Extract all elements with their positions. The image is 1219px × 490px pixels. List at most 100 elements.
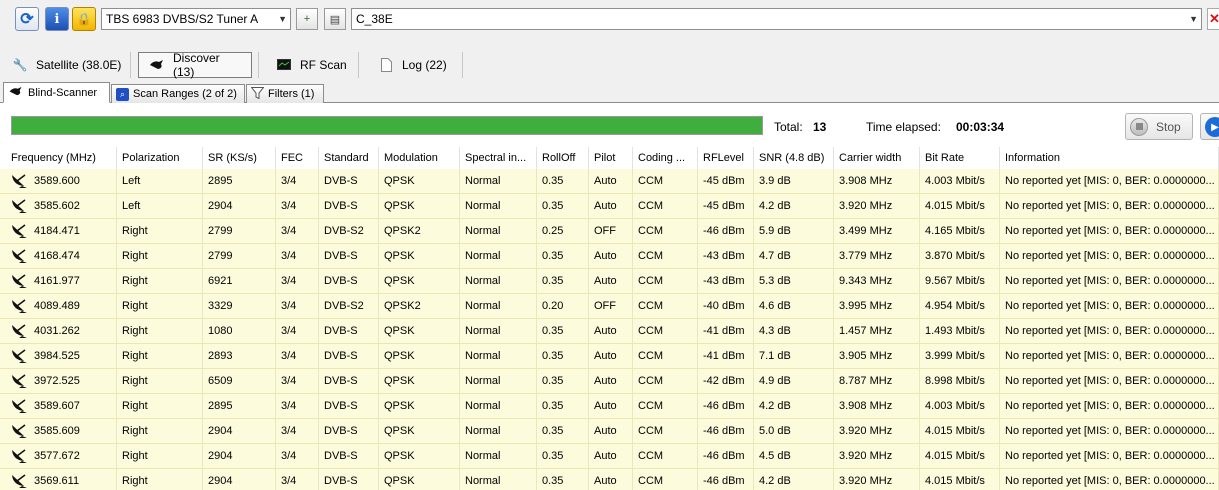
tab-rf-scan[interactable]: RF Scan [266, 52, 357, 78]
col-polarization-cell: Right [117, 469, 203, 490]
table-row[interactable]: 4031.262 Right 1080 3/4 DVB-S QPSK Normal 0.35 A… [0, 319, 1219, 344]
col-modulation-cell: QPSK [379, 244, 460, 268]
close-icon[interactable]: ✕ [1207, 8, 1219, 30]
col-rf-level-header[interactable]: RFLevel [698, 147, 754, 169]
col-rf-level-cell: -42 dBm [698, 369, 754, 393]
tab-scan-ranges[interactable]: ⌕ Scan Ranges (2 of 2) [111, 84, 245, 103]
col-pilot-cell: Auto [589, 419, 633, 443]
tab-log[interactable]: Log (22) [368, 52, 457, 78]
table-row[interactable]: 3589.600 Left 2895 3/4 DVB-S QPSK Normal 0.35 Au… [0, 169, 1219, 194]
col-modulation-header[interactable]: Modulation [379, 147, 460, 169]
col-information-header[interactable]: Information [1000, 147, 1219, 169]
table-row[interactable]: 4168.474 Right 2799 3/4 DVB-S QPSK Normal 0.35 A… [0, 244, 1219, 269]
table-row[interactable]: 3585.602 Left 2904 3/4 DVB-S QPSK Normal 0.35 Au… [0, 194, 1219, 219]
table-row[interactable]: 3577.672 Right 2904 3/4 DVB-S QPSK Normal 0.35 A… [0, 444, 1219, 469]
top-toolbar: ⟳ i 🔒 TBS 6983 DVBS/S2 Tuner A ▼ + ▤ C_3… [0, 0, 1219, 40]
col-rf-level-cell: -46 dBm [698, 394, 754, 418]
stop-button[interactable]: Stop [1125, 113, 1193, 140]
col-frequency-cell: 4031.262 [0, 319, 117, 343]
col-symbol-rate-cell: 2799 [203, 244, 276, 268]
col-information-cell: No reported yet [MIS: 0, BER: 0.0000000.… [1000, 444, 1219, 468]
col-rolloff-cell: 0.35 [537, 269, 589, 293]
search-icon: ⌕ [116, 87, 129, 101]
col-symbol-rate-cell: 2904 [203, 469, 276, 490]
col-pilot-cell: Auto [589, 444, 633, 468]
col-bit-rate-cell: 4.954 Mbit/s [920, 294, 1000, 318]
col-symbol-rate-header[interactable]: SR (KS/s) [203, 147, 276, 169]
table-row[interactable]: 3585.609 Right 2904 3/4 DVB-S QPSK Normal 0.35 A… [0, 419, 1219, 444]
col-snr-cell: 3.9 dB [754, 169, 834, 193]
col-standard-cell: DVB-S [319, 394, 379, 418]
col-information-cell: No reported yet [MIS: 0, BER: 0.0000000.… [1000, 244, 1219, 268]
refresh-icon[interactable]: ⟳ [15, 7, 39, 31]
document-icon [378, 58, 394, 72]
col-coding-cell: CCM [633, 319, 698, 343]
satellite-select-value: C_38E [356, 12, 393, 26]
total-value: 13 [813, 120, 827, 134]
add-satellite-icon[interactable]: + [296, 8, 318, 30]
col-standard-header[interactable]: Standard [319, 147, 379, 169]
tuner-select[interactable]: TBS 6983 DVBS/S2 Tuner A ▼ [101, 8, 291, 30]
table-row[interactable]: 4089.489 Right 3329 3/4 DVB-S2 QPSK2 Normal 0.2… [0, 294, 1219, 319]
col-symbol-rate-cell: 2904 [203, 419, 276, 443]
start-button[interactable]: ▶ [1200, 113, 1219, 140]
col-standard-cell: DVB-S [319, 444, 379, 468]
col-fec-cell: 3/4 [276, 319, 319, 343]
info-icon[interactable]: i [45, 7, 69, 31]
table-row[interactable]: 3984.525 Right 2893 3/4 DVB-S QPSK Normal 0.35 A… [0, 344, 1219, 369]
col-rolloff-cell: 0.35 [537, 169, 589, 193]
col-rf-level-cell: -41 dBm [698, 319, 754, 343]
table-row[interactable]: 3569.611 Right 2904 3/4 DVB-S QPSK Normal 0.35 A… [0, 469, 1219, 490]
col-frequency-cell: 3589.607 [0, 394, 117, 418]
col-polarization-header[interactable]: Polarization [117, 147, 203, 169]
col-rf-level-cell: -45 dBm [698, 194, 754, 218]
chevron-down-icon: ▼ [1189, 14, 1198, 24]
col-modulation-cell: QPSK [379, 194, 460, 218]
col-carrier-width-cell: 3.779 MHz [834, 244, 920, 268]
col-fec-header[interactable]: FEC [276, 147, 319, 169]
col-pilot-header[interactable]: Pilot [589, 147, 633, 169]
col-standard-cell: DVB-S [319, 419, 379, 443]
satellite-select[interactable]: C_38E ▼ [351, 8, 1202, 30]
col-bit-rate-cell: 1.493 Mbit/s [920, 319, 1000, 343]
col-snr-header[interactable]: SNR (4.8 dB) [754, 147, 834, 169]
satellite-dish-icon [8, 86, 24, 100]
col-bit-rate-cell: 3.999 Mbit/s [920, 344, 1000, 368]
col-carrier-width-header[interactable]: Carrier width [834, 147, 920, 169]
col-modulation-cell: QPSK [379, 394, 460, 418]
col-standard-cell: DVB-S [319, 169, 379, 193]
col-spectral-inversion-header[interactable]: Spectral in... [460, 147, 537, 169]
col-fec-cell: 3/4 [276, 294, 319, 318]
col-fec-cell: 3/4 [276, 344, 319, 368]
col-frequency-cell: 4184.471 [0, 219, 117, 243]
col-symbol-rate-cell: 6509 [203, 369, 276, 393]
col-coding-cell: CCM [633, 419, 698, 443]
table-row[interactable]: 4184.471 Right 2799 3/4 DVB-S2 QPSK2 Normal 0.2… [0, 219, 1219, 244]
col-carrier-width-cell: 1.457 MHz [834, 319, 920, 343]
col-modulation-cell: QPSK2 [379, 294, 460, 318]
col-standard-cell: DVB-S2 [319, 219, 379, 243]
col-snr-cell: 4.2 dB [754, 394, 834, 418]
table-row[interactable]: 3589.607 Right 2895 3/4 DVB-S QPSK Normal 0.35 A… [0, 394, 1219, 419]
col-frequency-header[interactable]: Frequency (MHz) [0, 147, 117, 169]
edit-satellite-icon[interactable]: ▤ [324, 8, 346, 30]
table-row[interactable]: 4161.977 Right 6921 3/4 DVB-S QPSK Normal 0.35 A… [0, 269, 1219, 294]
col-bit-rate-cell: 4.003 Mbit/s [920, 169, 1000, 193]
col-bit-rate-header[interactable]: Bit Rate [920, 147, 1000, 169]
col-pilot-cell: Auto [589, 394, 633, 418]
tab-discover[interactable]: Discover (13) [138, 51, 252, 79]
col-polarization-cell: Right [117, 369, 203, 393]
tab-blind-scanner[interactable]: Blind-Scanner [3, 82, 110, 103]
col-standard-cell: DVB-S [319, 194, 379, 218]
col-standard-cell: DVB-S [319, 269, 379, 293]
col-frequency-cell: 4089.489 [0, 294, 117, 318]
lock-icon[interactable]: 🔒 [72, 7, 96, 31]
table-row[interactable]: 3972.525 Right 6509 3/4 DVB-S QPSK Normal 0.35 A… [0, 369, 1219, 394]
play-icon: ▶ [1205, 117, 1219, 137]
tab-satellite[interactable]: 🔧 Satellite (38.0E) [2, 52, 131, 78]
col-snr-cell: 4.3 dB [754, 319, 834, 343]
col-coding-header[interactable]: Coding ... [633, 147, 698, 169]
col-rolloff-header[interactable]: RollOff [537, 147, 589, 169]
col-rf-level-cell: -46 dBm [698, 419, 754, 443]
tab-filters[interactable]: Filters (1) [246, 84, 324, 103]
